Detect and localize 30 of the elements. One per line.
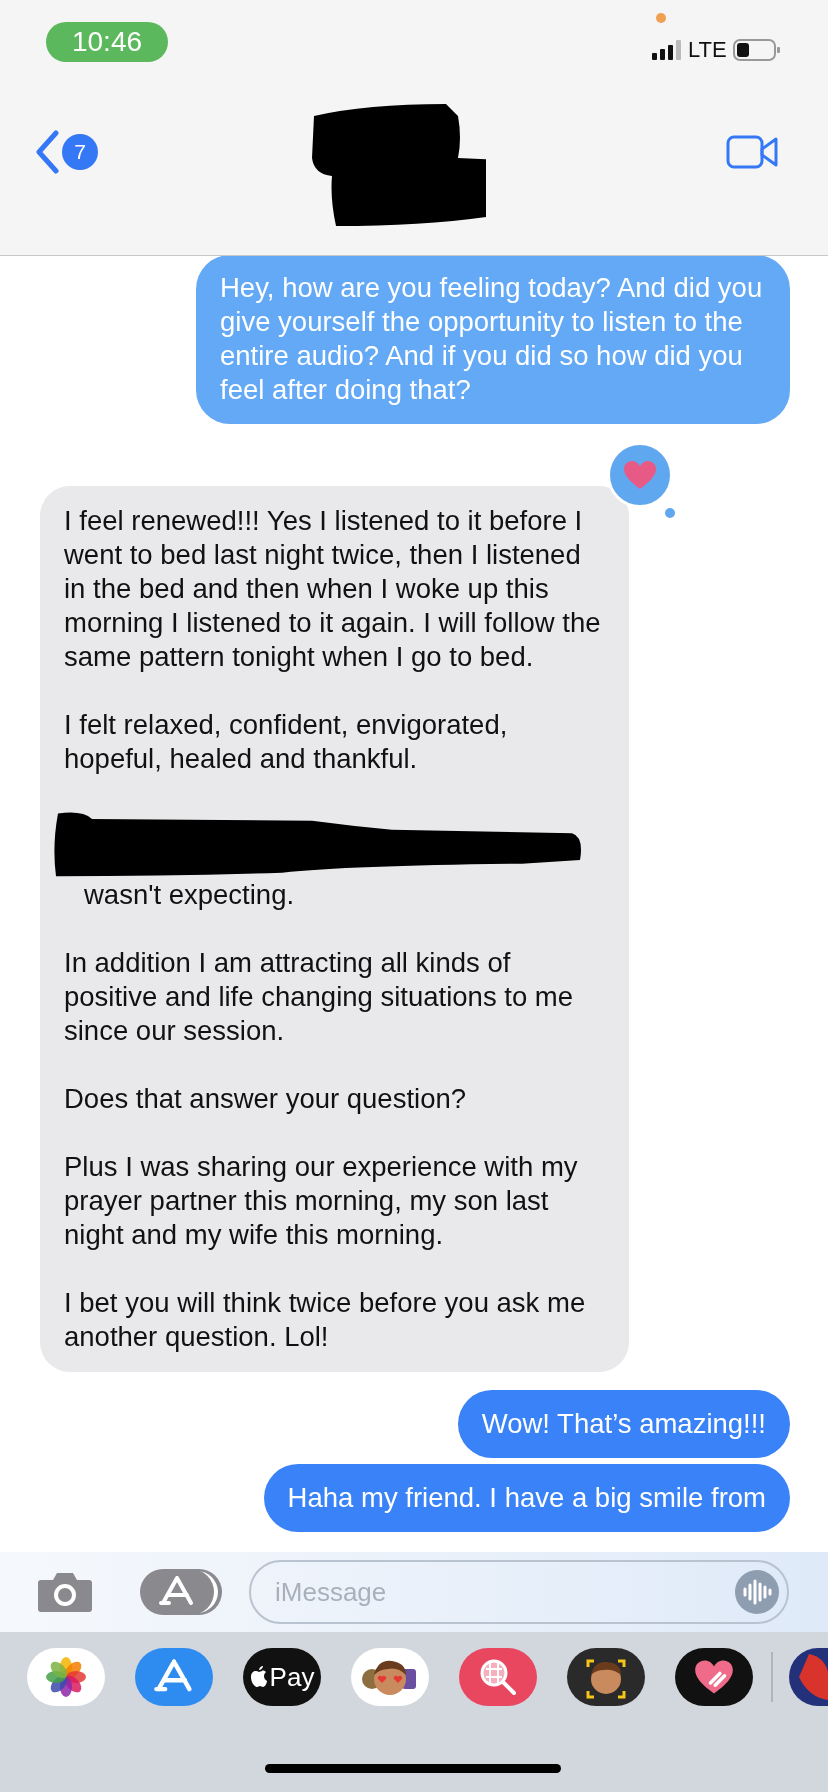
heart-app-icon[interactable] (675, 1648, 753, 1706)
message-text: I feel renewed!!! Yes I listened to it before I went to bed last night twice, then I listened in the bed and then when I woke up this morning I listened to it again. I will follow the same pattern tonight when I go to bed. (64, 504, 602, 674)
reaction-tail-icon (665, 508, 675, 518)
message-text: I felt relaxed, confident, envigorated, hopeful, healed and thankful. (64, 708, 509, 776)
app-icon[interactable] (789, 1648, 828, 1706)
message-text: Does that answer your question? (64, 1082, 468, 1116)
status-time: 10:46 (46, 22, 168, 62)
memoji-camera-icon[interactable] (567, 1648, 645, 1706)
app-store-icon[interactable] (135, 1648, 213, 1706)
network-label: LTE (688, 37, 727, 63)
apple-pay-button[interactable]: Pay (243, 1648, 321, 1706)
camera-icon[interactable] (37, 1570, 93, 1614)
message-text: Haha my friend. I have a big smile from (287, 1481, 766, 1515)
video-camera-icon[interactable] (726, 134, 778, 170)
message-text: wasn't expecting. (83, 878, 296, 912)
message-input[interactable]: iMessage (249, 1560, 789, 1624)
search-images-icon[interactable] (459, 1648, 537, 1706)
unread-badge: 7 (62, 134, 98, 170)
message-text: Plus I was sharing our experience with my prayer partner this morning, my son last night and my wife this morning. (64, 1150, 579, 1252)
signal-icon (652, 40, 682, 60)
heart-icon (623, 460, 657, 490)
chevron-left-icon (34, 130, 60, 174)
apple-icon (249, 1666, 268, 1688)
message-text: In addition I am attracting all kinds of positive and life changing situations to me since our session. (64, 946, 575, 1048)
message-text: Wow! That’s amazing!!! (481, 1407, 766, 1441)
audio-message-icon[interactable] (735, 1570, 779, 1614)
message-text: I bet you will think twice before you ask me another question. Lol! (64, 1286, 587, 1354)
message-text: Hey, how are you feeling today? And did you give yourself the opportunity to listen to the entire audio? And if you did so how did you feel after doing that? (220, 271, 764, 407)
battery-icon (732, 39, 781, 61)
back-button[interactable]: 7 (34, 130, 98, 174)
